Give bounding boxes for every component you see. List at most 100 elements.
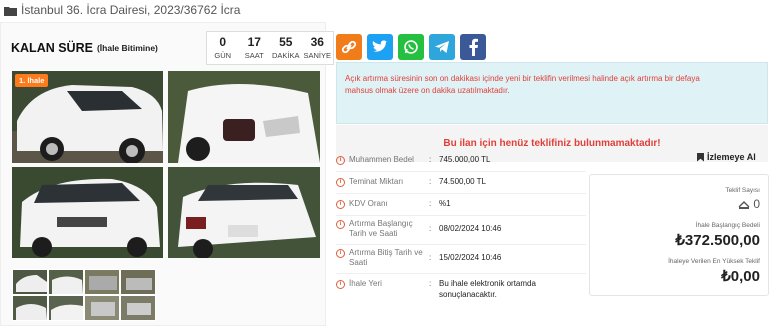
gallery-panel: KALAN SÜRE (İhale Bitimine) 0 GÜN 17 SAA… <box>0 22 334 326</box>
detail-label: KDV Oranı <box>349 199 388 208</box>
detail-value: 74.500,00 TL <box>439 177 487 186</box>
detail-label: Muhammen Bedel <box>349 155 414 164</box>
divider <box>336 171 586 172</box>
thumbnail-7[interactable] <box>84 295 120 321</box>
countdown-seconds: 36 SANİYE <box>302 32 334 64</box>
telegram-icon[interactable] <box>429 34 455 60</box>
info-icon: i <box>336 220 345 229</box>
detail-separator: : <box>429 253 432 262</box>
gavel-icon <box>738 200 750 209</box>
thumb-car-image <box>51 304 83 320</box>
offer-count-label: Teklif Sayısı <box>725 187 760 194</box>
countdown: KALAN SÜRE (İhale Bitimine) 0 GÜN 17 SAA… <box>11 31 334 65</box>
detail-label: Teminat Miktarı <box>349 177 404 186</box>
divider <box>336 215 586 216</box>
info-icon: i <box>336 178 345 187</box>
detail-row-end-date: i Artırma Bitiş Tarih ve Saati : 15/02/2… <box>336 248 586 268</box>
detail-row-estimated-value: i Muhammen Bedel : 745.000,00 TL <box>336 155 586 166</box>
notice-line-2: mahsus olmak üzere on dakika uzatılmakta… <box>345 86 510 95</box>
thumbnail-6[interactable] <box>48 295 84 321</box>
offer-count-row: 0 <box>738 197 760 211</box>
detail-row-vat: i KDV Oranı : %1 <box>336 199 586 210</box>
detail-row-start-date: i Artırma Başlangıç Tarih ve Saati : 08/… <box>336 219 586 239</box>
start-price-label: İhale Başlangıç Bedeli <box>695 222 760 229</box>
thumbnail-2[interactable] <box>48 269 84 295</box>
divider <box>336 193 586 194</box>
car-photo-2[interactable] <box>168 71 320 163</box>
bid-summary: Teklif Sayısı 0 İhale Başlangıç Bedeli ₺… <box>589 174 769 296</box>
info-icon: i <box>336 200 345 209</box>
whatsapp-icon[interactable] <box>398 34 424 60</box>
thumbnail-1[interactable] <box>12 269 48 295</box>
countdown-hours: 17 SAAT <box>239 32 271 64</box>
days-label: GÜN <box>214 51 232 60</box>
divider <box>336 273 586 274</box>
thumb-car-image <box>16 304 47 320</box>
info-icon: i <box>336 249 345 258</box>
thumb-car-image <box>52 276 83 294</box>
countdown-minutes: 55 DAKİKA <box>270 32 302 64</box>
seconds-label: SANİYE <box>303 51 331 60</box>
detail-value: 745.000,00 TL <box>439 155 491 164</box>
watch-label: İzlemeye Al <box>707 152 756 162</box>
twitter-icon[interactable] <box>367 34 393 60</box>
breadcrumb: İstanbul 36. İcra Dairesi, 2023/36762 İc… <box>4 2 240 18</box>
countdown-days: 0 GÜN <box>207 32 239 64</box>
detail-separator: : <box>429 224 432 233</box>
car-photo-4[interactable] <box>168 167 320 258</box>
thumbnail-4[interactable] <box>120 269 156 295</box>
thumbnail-3[interactable] <box>84 269 120 295</box>
car-rear-right-image <box>168 71 320 163</box>
car-photo-3[interactable] <box>12 167 163 258</box>
detail-separator: : <box>429 279 432 288</box>
divider <box>336 244 586 245</box>
car-front-image <box>12 167 163 258</box>
facebook-icon[interactable] <box>460 34 486 60</box>
thumbnail-8[interactable] <box>120 295 156 321</box>
thumb-car-image <box>16 275 47 292</box>
days-value: 0 <box>219 35 227 49</box>
highest-offer-label: İhaleye Verilen En Yüksek Teklif <box>668 258 760 265</box>
detail-value: %1 <box>439 199 451 208</box>
extension-notice: Açık artırma süresinin son on dakikası i… <box>336 62 768 124</box>
thumb-interior-image <box>126 278 152 290</box>
auction-badge: 1. İhale <box>15 74 49 87</box>
seconds-value: 36 <box>310 35 324 49</box>
start-price-value: ₺372.500,00 <box>675 232 760 249</box>
detail-label: İhale Yeri <box>349 279 382 288</box>
detail-value: 15/02/2024 10:46 <box>439 253 502 262</box>
detail-separator: : <box>429 177 432 186</box>
bookmark-icon <box>697 152 704 162</box>
thumb-interior-image <box>91 302 115 316</box>
info-icon: i <box>336 156 345 165</box>
auction-details-panel: Açık artırma süresinin son on dakikası i… <box>332 22 770 326</box>
detail-separator: : <box>429 199 432 208</box>
minutes-value: 55 <box>279 35 293 49</box>
detail-label: Artırma Başlangıç Tarih ve Saati <box>349 219 413 238</box>
countdown-title: KALAN SÜRE <box>11 41 93 55</box>
hours-label: SAAT <box>244 51 264 60</box>
minutes-label: DAKİKA <box>271 51 300 60</box>
watch-button[interactable]: İzlemeye Al <box>697 152 756 162</box>
thumbnail-5[interactable] <box>12 295 48 321</box>
car-photo-1[interactable]: 1. İhale <box>12 71 163 163</box>
share-buttons <box>336 34 486 60</box>
breadcrumb-text: İstanbul 36. İcra Dairesi, 2023/36762 İc… <box>21 3 241 17</box>
thumb-interior-image <box>89 276 117 290</box>
countdown-timer: 0 GÜN 17 SAAT 55 DAKİKA 36 SANİYE <box>206 31 334 65</box>
car-rear-image <box>168 167 320 258</box>
folder-icon <box>4 5 17 16</box>
thumb-interior-image <box>127 303 151 315</box>
offer-count-value: 0 <box>753 197 760 211</box>
countdown-subtitle: (İhale Bitimine) <box>96 43 158 53</box>
detail-value: Bu ihale elektronik ortamda sonuçlanacak… <box>439 279 536 299</box>
info-icon: i <box>336 280 345 289</box>
link-icon[interactable] <box>336 34 362 60</box>
detail-label: Artırma Bitiş Tarih ve Saati <box>349 248 423 267</box>
hours-value: 17 <box>247 35 261 49</box>
detail-value: 08/02/2024 10:46 <box>439 224 502 233</box>
detail-row-deposit: i Teminat Miktarı : 74.500,00 TL <box>336 177 586 188</box>
notice-line-1: Açık artırma süresinin son on dakikası i… <box>345 74 700 83</box>
detail-separator: : <box>429 155 432 164</box>
highest-offer-value: ₺0,00 <box>721 268 760 285</box>
